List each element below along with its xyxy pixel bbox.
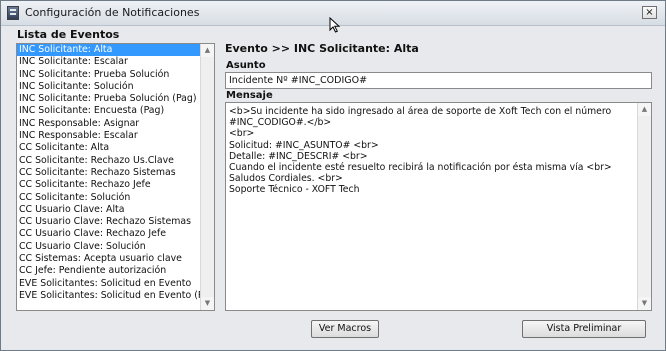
event-list-item[interactable]: CC Usuario Clave: Solución	[17, 241, 200, 253]
event-list-heading: Lista de Eventos	[17, 28, 120, 41]
subject-label: Asunto	[226, 60, 266, 71]
event-detail-heading: Evento >> INC Solicitante: Alta	[225, 42, 419, 55]
view-macros-button[interactable]: Ver Macros	[311, 320, 379, 338]
event-list-item[interactable]: INC Solicitante: Escalar	[17, 56, 200, 68]
message-line: Soporte Técnico - XOFT Tech	[229, 184, 360, 196]
scroll-up-arrow-icon[interactable]: ▲	[638, 103, 651, 116]
event-list-scrollbar[interactable]: ▲ ▼	[200, 44, 214, 310]
subject-field[interactable]: Incidente Nº #INC_CODIGO#	[225, 72, 652, 89]
event-list-items: INC Solicitante: Alta INC Solicitante: Es…	[17, 44, 200, 302]
event-list-item[interactable]: CC Usuario Clave: Rechazo Sistemas	[17, 216, 200, 228]
notification-config-window: Configuración de Notificaciones × Lista …	[0, 0, 666, 351]
event-list-item[interactable]: EVE Solicitantes: Solicitud en Evento (P…	[17, 290, 200, 302]
preview-button[interactable]: Vista Preliminar	[522, 320, 646, 338]
event-list-item[interactable]: CC Solicitante: Rechazo Us.Clave	[17, 155, 200, 167]
message-line: Cuando el incidente esté resuelto recibi…	[229, 162, 612, 174]
message-line: Solicitud: #INC_ASUNTO# <br>	[229, 139, 379, 151]
event-list-item[interactable]: INC Solicitante: Solución	[17, 81, 200, 93]
message-line: Saludos Cordiales. <br>	[229, 173, 343, 185]
close-icon: ×	[645, 7, 654, 18]
event-list-item[interactable]: CC Solicitante: Rechazo Sistemas	[17, 167, 200, 179]
event-list-item[interactable]: INC Solicitante: Prueba Solución	[17, 69, 200, 81]
event-listbox[interactable]: INC Solicitante: Alta INC Solicitante: Es…	[16, 43, 215, 311]
event-list-item[interactable]: CC Jefe: Pendiente autorización	[17, 265, 200, 277]
event-list-item[interactable]: EVE Solicitantes: Solicitud en Evento	[17, 278, 200, 290]
event-list-item[interactable]: CC Usuario Clave: Alta	[17, 204, 200, 216]
event-list-item[interactable]: CC Usuario Clave: Rechazo Jefe	[17, 228, 200, 240]
app-icon	[7, 6, 19, 20]
event-list-item[interactable]: INC Solicitante: Prueba Solución (Pag)	[17, 93, 200, 105]
event-list-item[interactable]: INC Solicitante: Alta	[17, 44, 200, 57]
message-line: <b>Su incidente ha sido ingresado al áre…	[229, 106, 612, 117]
event-list-item[interactable]: INC Solicitante: Encuesta (Pag)	[17, 105, 200, 117]
event-list-item[interactable]: INC Responsable: Escalar	[17, 130, 200, 142]
window-title: Configuración de Notificaciones	[25, 6, 200, 19]
scroll-down-arrow-icon[interactable]: ▼	[201, 297, 214, 310]
message-scrollbar[interactable]: ▲ ▼	[637, 103, 651, 310]
event-list-item[interactable]: INC Responsable: Asignar	[17, 118, 200, 130]
message-lines: <b>Su incidente ha sido ingresado al áre…	[229, 106, 635, 196]
event-list-item[interactable]: CC Solicitante: Alta	[17, 142, 200, 154]
event-list-item[interactable]: CC Sistemas: Acepta usuario clave	[17, 253, 200, 265]
mouse-cursor-icon	[329, 17, 341, 33]
message-line: #INC_CODIGO#.</b>	[229, 117, 332, 129]
message-line: Detalle: #INC_DESCRI# <br>	[229, 150, 368, 162]
scroll-down-arrow-icon[interactable]: ▼	[638, 297, 651, 310]
message-textarea[interactable]: <b>Su incidente ha sido ingresado al áre…	[225, 102, 652, 311]
message-line: <br>	[229, 128, 255, 140]
scroll-up-arrow-icon[interactable]: ▲	[201, 44, 214, 57]
event-list-item[interactable]: CC Solicitante: Solución	[17, 192, 200, 204]
event-list-item[interactable]: CC Solicitante: Rechazo Jefe	[17, 179, 200, 191]
message-label: Mensaje	[226, 90, 273, 101]
close-button[interactable]: ×	[642, 6, 657, 19]
